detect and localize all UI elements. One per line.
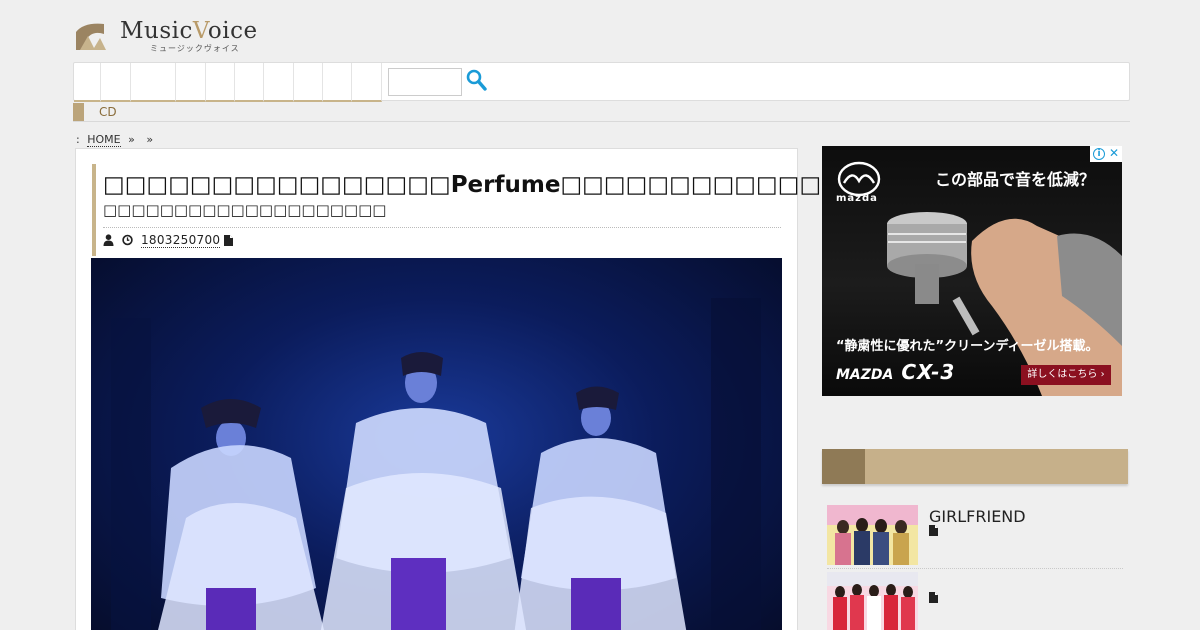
nav-item-2[interactable] (101, 63, 131, 102)
breadcrumb-separator: » (146, 133, 154, 146)
category-label[interactable]: CD (99, 105, 117, 119)
ad-close-icon[interactable]: ✕ (1108, 147, 1120, 160)
file-icon (224, 234, 234, 246)
sidebar-widget-header (822, 449, 1128, 484)
breadcrumb: : HOME » » (76, 133, 157, 147)
ad-copy: “静粛性に優れた”クリーンディーゼル搭載。 (836, 339, 1099, 354)
nav-item-4[interactable] (176, 63, 206, 102)
search-input[interactable] (388, 68, 462, 96)
stage-photo-illustration (111, 298, 761, 630)
nav-item-7[interactable] (264, 63, 294, 102)
nav-item-3[interactable] (131, 63, 176, 102)
widget-header-marker (822, 449, 865, 484)
article-header: □□□□□□□□□□□□□□□□Perfume□□□□□□□□□□□□ □□□□… (92, 164, 821, 256)
article-meta: 1803250700 (103, 230, 241, 250)
sidebar-ad[interactable]: mazda この部品で音を低減？ “静粛性に優れた”クリーンディーゼル搭載。 M… (822, 146, 1122, 396)
nav-item-1[interactable] (74, 63, 101, 102)
clock-icon (122, 234, 133, 246)
article-subtitle: □□□□□□□□□□□□□□□□□□□□ (103, 201, 387, 219)
nav-item-6[interactable] (235, 63, 264, 102)
logo-mark-icon (76, 23, 106, 50)
sidebar-list-item[interactable]: GIRLFRIEND (827, 505, 1123, 569)
logo-text: MusicVoice (120, 18, 258, 44)
sidebar-item-thumbnail[interactable] (827, 505, 918, 565)
nav-item-10[interactable] (352, 63, 382, 102)
meta-divider (103, 227, 781, 228)
file-icon (929, 592, 938, 603)
logo-subtitle: ミュージックヴォイス (150, 44, 240, 53)
breadcrumb-separator: » (128, 133, 135, 146)
ad-model: MAZDA CX-3 (836, 360, 956, 384)
site-logo[interactable]: MusicVoice ミュージックヴォイス (74, 18, 274, 58)
sidebar-item-title[interactable]: GIRLFRIEND (929, 507, 1026, 526)
ad-piston-illustration (887, 212, 1122, 396)
article-card: □□□□□□□□□□□□□□□□Perfume□□□□□□□□□□□□ □□□□… (75, 148, 821, 630)
main-nav (73, 62, 1130, 102)
category-marker (73, 103, 84, 121)
search-icon[interactable] (466, 69, 488, 93)
nav-item-5[interactable] (206, 63, 235, 102)
article-hero-image (91, 258, 782, 630)
ad-info-icon[interactable]: i (1093, 148, 1105, 160)
band-photo-thumb (827, 505, 918, 565)
article-title: □□□□□□□□□□□□□□□□Perfume□□□□□□□□□□□□ (103, 172, 822, 198)
category-bar: CD (73, 102, 1130, 122)
sidebar-list-item[interactable] (827, 572, 1123, 630)
ad-cta-button[interactable]: 詳しくはこちら › (1021, 365, 1111, 385)
file-icon (929, 525, 938, 536)
author-icon (103, 234, 114, 246)
sidebar-item-thumbnail[interactable] (827, 572, 918, 630)
breadcrumb-home-link[interactable]: HOME (87, 133, 121, 147)
nav-item-9[interactable] (323, 63, 352, 102)
ad-choices[interactable]: i ✕ (1090, 146, 1122, 162)
group-photo-thumb (827, 572, 918, 630)
breadcrumb-prefix: : (76, 133, 80, 146)
article-date[interactable]: 1803250700 (141, 233, 221, 248)
nav-item-8[interactable] (294, 63, 323, 102)
